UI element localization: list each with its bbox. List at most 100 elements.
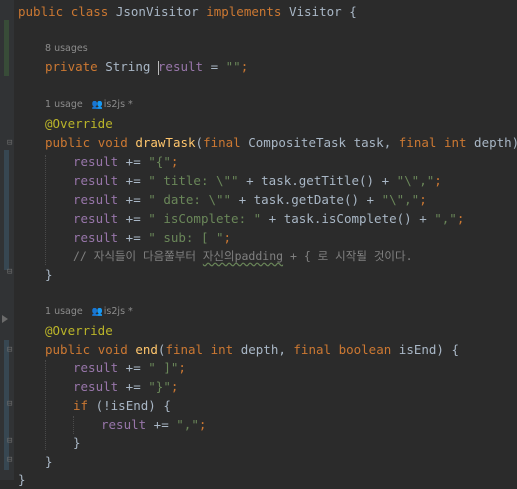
param: isEnd) { bbox=[391, 342, 459, 357]
code-line[interactable]: result += " sub: [ "; bbox=[73, 228, 231, 247]
closing-brace: } bbox=[45, 267, 53, 282]
method-signature[interactable]: public void drawTask(final CompositeTask… bbox=[45, 133, 517, 152]
param: CompositeTask task, bbox=[248, 135, 399, 150]
string-literal: "" bbox=[225, 59, 241, 74]
indent-guide bbox=[45, 360, 46, 450]
code-line[interactable]: result += " title: \"" + task.getTitle()… bbox=[73, 171, 442, 190]
keyword: int bbox=[443, 135, 467, 150]
keyword: class bbox=[70, 4, 109, 19]
string-literal: " ]" bbox=[148, 360, 179, 375]
string-literal: "\"," bbox=[381, 192, 420, 207]
code-text: + task.isComplete() + bbox=[261, 211, 435, 226]
comment-text: // 자식들이 다음쭐부터 bbox=[73, 249, 203, 263]
code-comment[interactable]: // 자식들이 다음쭐부터 자신의padding + { 로 시작될 것이다. bbox=[73, 247, 413, 266]
condition: (!isEnd) { bbox=[88, 398, 171, 413]
semicolon: ; bbox=[178, 360, 186, 375]
brace: { bbox=[349, 4, 357, 19]
semicolon: ; bbox=[223, 230, 232, 245]
keyword: void bbox=[97, 342, 128, 357]
closing-brace: } bbox=[45, 454, 53, 469]
code-editor[interactable]: public class JsonVisitor implements Visi… bbox=[0, 0, 517, 487]
keyword: public bbox=[18, 4, 64, 19]
field-ref: result bbox=[73, 173, 119, 188]
code-line[interactable]: result += ","; bbox=[101, 415, 206, 434]
semicolon: ; bbox=[240, 59, 249, 74]
keyword: public bbox=[45, 135, 91, 150]
keyword: private bbox=[45, 59, 98, 74]
string-literal: " sub: [ " bbox=[148, 230, 224, 245]
usage-count: 1 usage bbox=[45, 99, 83, 110]
string-literal: "{" bbox=[148, 154, 171, 169]
keyword: final bbox=[293, 342, 332, 357]
keyword: final bbox=[165, 342, 204, 357]
keyword: boolean bbox=[338, 342, 392, 357]
class-declaration[interactable]: public class JsonVisitor implements Visi… bbox=[18, 2, 357, 21]
field-declaration[interactable]: private String result = ""; bbox=[45, 57, 248, 76]
string-literal: "," bbox=[434, 211, 457, 226]
string-literal: " isComplete: " bbox=[148, 211, 262, 226]
operator: += bbox=[146, 417, 177, 432]
keyword: int bbox=[210, 342, 234, 357]
string-literal: "}" bbox=[148, 379, 171, 394]
operator: += bbox=[118, 360, 149, 375]
method-name: end bbox=[135, 342, 158, 357]
string-literal: "," bbox=[176, 417, 199, 432]
operator: += bbox=[118, 154, 149, 169]
keyword: public bbox=[45, 342, 91, 357]
field-ref: result bbox=[73, 379, 119, 394]
keyword: implements bbox=[206, 4, 282, 19]
field-ref: result bbox=[101, 417, 147, 432]
semicolon: ; bbox=[434, 173, 442, 188]
semicolon: ; bbox=[456, 211, 465, 226]
semicolon: ; bbox=[170, 154, 179, 169]
method-signature[interactable]: public void end(final int depth, final b… bbox=[45, 340, 459, 359]
usage-hint[interactable]: 1 usage 👥is2js * bbox=[45, 97, 133, 113]
keyword: void bbox=[97, 135, 128, 150]
override-annotation: @Override bbox=[45, 116, 113, 131]
code-line[interactable]: result += "{"; bbox=[73, 152, 178, 171]
usage-hint[interactable]: 1 usage 👥is2js * bbox=[45, 304, 133, 320]
semicolon: ; bbox=[170, 379, 179, 394]
operator: += bbox=[118, 211, 149, 226]
semicolon: ; bbox=[198, 417, 207, 432]
author-icon: 👥 bbox=[91, 100, 104, 110]
keyword: final bbox=[398, 135, 437, 150]
code-text: + task.getTitle() + bbox=[238, 173, 397, 188]
comment-text: + { 로 시작될 것이다. bbox=[283, 249, 413, 263]
string-literal: "\"," bbox=[396, 173, 435, 188]
code-line[interactable]: result += " date: \"" + task.getDate() +… bbox=[73, 190, 427, 209]
author-name: is2js * bbox=[103, 306, 133, 317]
code-text: + task.getDate() + bbox=[231, 192, 382, 207]
operator: += bbox=[118, 379, 149, 394]
operator: += bbox=[118, 173, 149, 188]
keyword: final bbox=[203, 135, 241, 150]
operator: += bbox=[118, 230, 149, 245]
keyword: if bbox=[73, 398, 89, 413]
indent-guide bbox=[45, 155, 46, 265]
semicolon: ; bbox=[419, 192, 427, 207]
interface-name: Visitor bbox=[288, 4, 342, 19]
field-name: result bbox=[157, 59, 204, 74]
closing-brace: } bbox=[73, 435, 81, 450]
code-line[interactable]: result += " ]"; bbox=[73, 358, 186, 377]
type-name: String bbox=[105, 59, 151, 74]
field-ref: result bbox=[73, 192, 119, 207]
code-line[interactable]: result += " isComplete: " + task.isCompl… bbox=[73, 209, 464, 228]
code-line[interactable]: if (!isEnd) { bbox=[73, 396, 171, 415]
code-line[interactable]: result += "}"; bbox=[73, 377, 178, 396]
comment-typo: 자신의padding bbox=[202, 249, 284, 263]
operator: += bbox=[118, 192, 149, 207]
class-name: JsonVisitor bbox=[115, 4, 199, 19]
indent-guide bbox=[73, 416, 74, 434]
code-text: = bbox=[203, 59, 226, 74]
usage-count: 1 usage bbox=[45, 306, 83, 317]
usages-hint[interactable]: 8 usages bbox=[45, 41, 88, 57]
field-ref: result bbox=[73, 230, 119, 245]
override-annotation: @Override bbox=[45, 323, 113, 338]
author-name: is2js * bbox=[103, 99, 133, 110]
string-literal: " date: \"" bbox=[148, 192, 232, 207]
param: depth, bbox=[233, 342, 294, 357]
field-ref: result bbox=[73, 211, 119, 226]
method-name: drawTask bbox=[135, 135, 196, 150]
param: depth) { bbox=[474, 135, 517, 150]
